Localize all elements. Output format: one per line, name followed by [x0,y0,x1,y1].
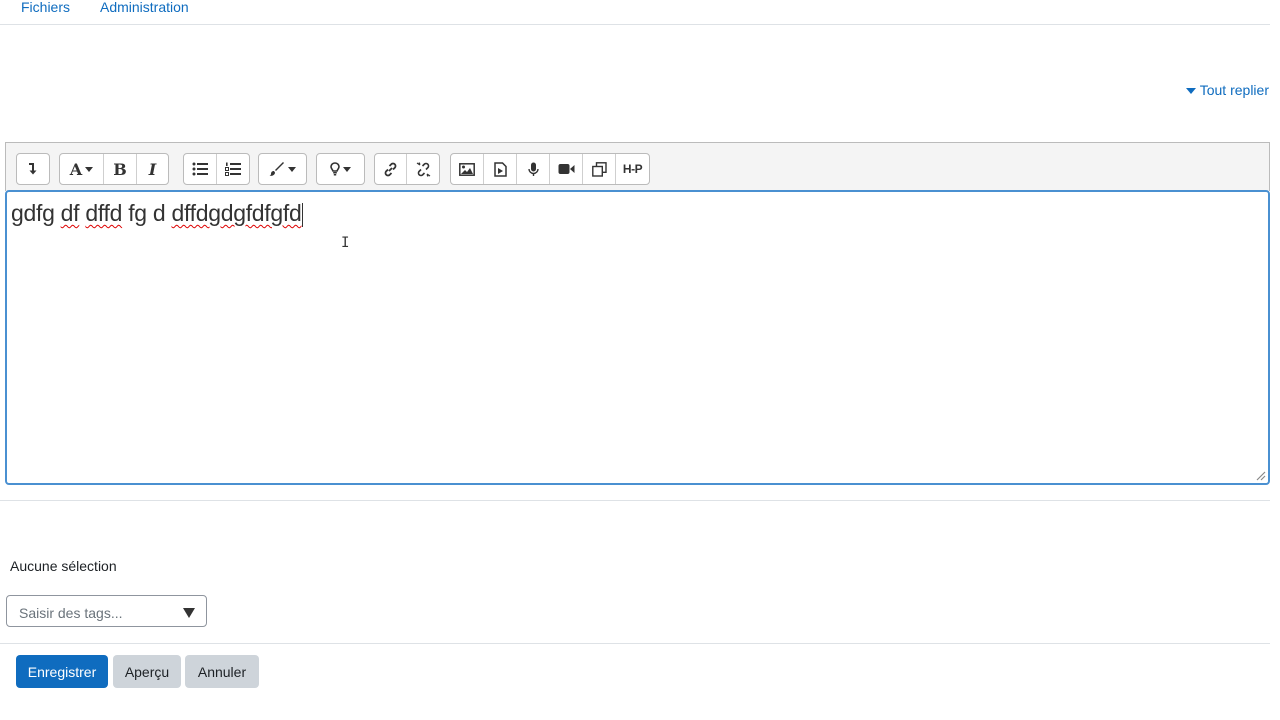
secondary-navigation: Fichiers Administration [0,0,1270,25]
toolbar-group-links [374,153,440,185]
record-audio-button[interactable] [517,154,550,184]
divider [0,643,1270,644]
manage-files-icon [591,161,607,177]
editor-content-area[interactable]: gdfg df dffd fg d dffdgdgfdfgfd I [5,190,1270,485]
preview-button[interactable]: Aperçu [113,655,181,688]
collapse-all-link[interactable]: Tout replier [1185,82,1269,98]
bold-button[interactable]: B [104,154,137,184]
toolbar-group-lists [183,153,250,185]
editor-word-misspelled: df [60,200,80,226]
collapse-all-label: Tout replier [1199,82,1269,98]
italic-button[interactable]: I [137,154,168,184]
record-video-button[interactable] [550,154,583,184]
video-icon [558,164,574,174]
bold-icon: B [113,159,127,179]
resize-handle-icon[interactable] [1255,470,1266,481]
editor-word: fg [128,200,147,226]
ordered-list-icon [225,162,241,176]
rich-text-editor: A B I H-P gdfg df dffd fg d dffdgdgfdfgf… [5,142,1270,487]
editor-toolbar: A B I H-P [5,142,1270,191]
editor-word-misspelled: dffd [85,200,123,226]
paint-brush-button[interactable] [259,154,306,184]
chevron-down-icon [85,166,94,172]
editor-word: d [152,200,166,226]
accessibility-button[interactable] [317,154,364,184]
toolbar-group-collapse [16,153,50,185]
media-icon [493,161,507,177]
text-caret [302,202,304,227]
unlink-button[interactable] [407,154,439,184]
chevron-down-icon [288,166,296,172]
media-button[interactable] [484,154,517,184]
editor-text[interactable]: gdfg df dffd fg d dffdgdgfdfgfd [11,200,304,227]
toolbar-group-style: A B I [59,153,169,185]
tags-placeholder: Saisir des tags... [19,605,123,621]
microphone-icon [527,162,539,176]
collapse-icon [29,163,37,175]
mouse-ibeam-cursor-icon: I [341,235,350,251]
h5p-button[interactable]: H-P [616,154,649,184]
save-button[interactable]: Enregistrer [16,655,108,688]
collapse-toolbar-button[interactable] [17,154,49,184]
h5p-icon: H-P [622,162,643,176]
nav-link-administration[interactable]: Administration [100,0,189,15]
tags-autocomplete-input[interactable]: Saisir des tags... [6,595,207,627]
triangle-down-icon [1185,87,1196,94]
italic-icon: I [148,159,157,179]
dropdown-arrow-icon[interactable] [183,608,195,618]
image-button[interactable] [451,154,484,184]
editor-word: gdfg [11,200,55,226]
divider [0,500,1270,501]
paint-brush-icon [269,162,284,176]
toolbar-group-media: H-P [450,153,650,185]
unlink-icon [416,161,430,177]
tags-selection-label: Aucune sélection [10,558,117,574]
manage-files-button[interactable] [583,154,616,184]
ordered-list-button[interactable] [217,154,249,184]
unordered-list-icon [192,162,208,176]
nav-link-files[interactable]: Fichiers [21,0,70,15]
cancel-button[interactable]: Annuler [185,655,259,688]
chevron-down-icon [343,166,351,172]
link-button[interactable] [375,154,407,184]
toolbar-group-accessibility [316,153,365,185]
font-style-icon: A [69,159,83,179]
editor-word-misspelled: dffdgdgfdfgfd [171,200,302,226]
unordered-list-button[interactable] [184,154,217,184]
font-style-button[interactable]: A [60,154,104,184]
toolbar-group-styles [258,153,307,185]
image-icon [459,162,475,176]
link-icon [384,162,397,176]
lightbulb-icon [330,162,340,176]
